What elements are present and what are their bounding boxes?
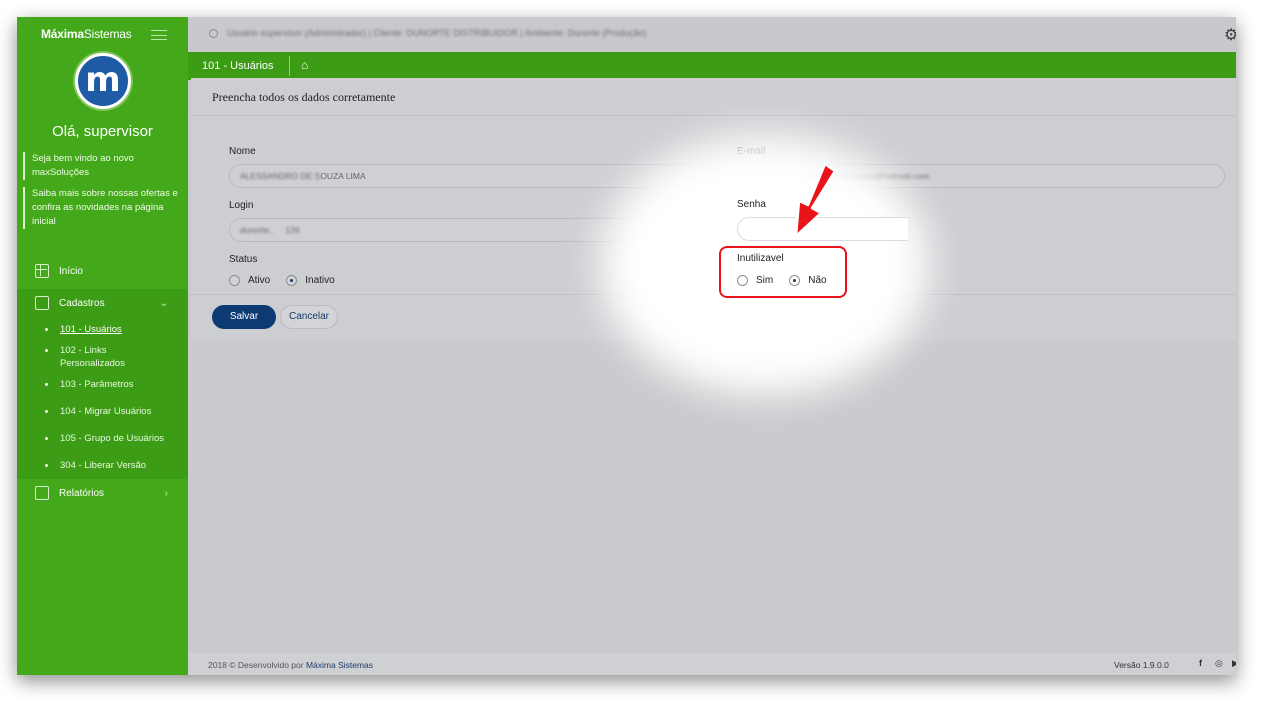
nome-input[interactable]: ALESSANDRO DE SOUZA LIMA [229, 164, 717, 188]
subitem-label: 103 - Parâmetros [60, 379, 134, 390]
status-inativo-label: Inativo [305, 275, 335, 286]
footer-copyright: 2018 © Desenvolvido por Máxima Sistemas [208, 660, 373, 670]
cadastros-group: Cadastros ⌄ 101 - Usuários 102 - Links Pe… [17, 289, 188, 479]
email-label: E-mail [737, 146, 766, 157]
footer-company-link[interactable]: Máxima Sistemas [306, 660, 373, 670]
form-icon [35, 296, 49, 310]
footer: 2018 © Desenvolvido por Máxima Sistemas … [188, 653, 1236, 675]
status-ativo-label: Ativo [248, 275, 271, 286]
gear-icon[interactable]: ⚙ [1224, 25, 1236, 45]
subitem-label: 102 - Links Personalizados [60, 345, 125, 369]
sidebar-item-relatorios[interactable]: Relatórios › [17, 479, 188, 507]
chevron-right-icon: › [164, 487, 168, 499]
sidebar-item-label: Início [59, 265, 83, 277]
bullet-icon [45, 410, 48, 413]
subitem-label: 304 - Liberar Versão [60, 460, 147, 471]
status-ativo-radio[interactable] [229, 275, 240, 286]
save-button[interactable]: Salvar [212, 305, 276, 329]
nome-label: Nome [229, 146, 256, 157]
brand-light: Sistemas [83, 27, 132, 41]
sidebar-item-label: Relatórios [59, 487, 105, 499]
bullet-icon [45, 383, 48, 386]
status-radio-group: Ativo Inativo [229, 275, 351, 286]
arrow-shape [794, 162, 837, 238]
sidebar-subitem-102[interactable]: 102 - Links Personalizados [45, 344, 155, 370]
subitem-label: 104 - Migrar Usuários [60, 406, 152, 417]
senha-label: Senha [737, 199, 766, 210]
sidebar: MáximaSistemas m Olá, supervisor Seja be… [17, 17, 188, 675]
sidebar-item-inicio[interactable]: Início [17, 257, 188, 285]
cancel-button[interactable]: Cancelar [280, 305, 338, 329]
status-inativo-radio[interactable] [286, 275, 298, 286]
form-title: Preencha todos os dados corretamente [212, 90, 396, 104]
offers-notice[interactable]: Saiba mais sobre nossas ofertas e confir… [23, 187, 183, 229]
sidebar-subitem-101[interactable]: 101 - Usuários [45, 323, 122, 336]
bullet-icon [45, 328, 48, 331]
greeting: Olá, supervisor [52, 123, 153, 140]
welcome-notice: Seja bem vindo ao novo maxSoluções [23, 152, 183, 180]
brand-bold: Máxima [41, 27, 84, 41]
login-value: 126 [285, 225, 300, 235]
highlight-box [719, 246, 847, 298]
breadcrumb-bar: 101 - Usuários ⌂ [188, 52, 1236, 80]
login-prefix: dunorte.. [240, 225, 274, 235]
sidebar-item-cadastros[interactable]: Cadastros ⌄ [17, 289, 188, 317]
brand-logo-text: MáximaSistemas [41, 27, 132, 41]
sidebar-subitem-104[interactable]: 104 - Migrar Usuários [45, 405, 151, 418]
nome-value-blurred: ALESSANDRO DE S [240, 171, 321, 181]
user-info: Usuário supervisor (Administrador) | Cli… [227, 28, 647, 38]
hamburger-menu-icon[interactable] [151, 30, 167, 40]
report-icon [35, 486, 49, 500]
bullet-icon [45, 349, 48, 352]
footer-text: 2018 © Desenvolvido por [208, 660, 304, 670]
company-logo: m [75, 53, 131, 109]
subitem-label: 105 - Grupo de Usuários [60, 433, 165, 444]
sidebar-subitem-103[interactable]: 103 - Parâmetros [45, 378, 133, 391]
home-icon[interactable]: ⌂ [301, 58, 308, 72]
status-label: Status [229, 254, 258, 265]
bullet-icon [45, 464, 48, 467]
youtube-icon[interactable]: ▶ [1232, 658, 1236, 669]
logo-letter: m [85, 60, 121, 100]
sidebar-subitem-304[interactable]: 304 - Liberar Versão [45, 459, 146, 472]
nome-value: OUZA LIMA [320, 171, 366, 181]
top-bar: Usuário supervisor (Administrador) | Cli… [188, 17, 1236, 52]
sidebar-subitem-105[interactable]: 105 - Grupo de Usuários [45, 432, 164, 445]
chevron-down-icon: ⌄ [159, 297, 168, 309]
divider [191, 115, 1236, 116]
sidebar-item-label: Cadastros [59, 297, 105, 309]
subitem-label: 101 - Usuários [60, 324, 122, 335]
version-label: Versão 1.9.0.0 [1114, 660, 1169, 670]
user-icon [209, 29, 218, 38]
login-label: Login [229, 200, 254, 211]
instagram-icon[interactable]: ◎ [1215, 658, 1223, 669]
login-input[interactable]: dunorte.. 126 [229, 218, 717, 242]
facebook-icon[interactable]: f [1199, 658, 1202, 668]
grid-icon [35, 264, 49, 278]
bullet-icon [45, 437, 48, 440]
breadcrumb-separator [289, 56, 290, 76]
breadcrumb-current[interactable]: 101 - Usuários [202, 60, 274, 72]
red-arrow-annotation [794, 162, 837, 238]
